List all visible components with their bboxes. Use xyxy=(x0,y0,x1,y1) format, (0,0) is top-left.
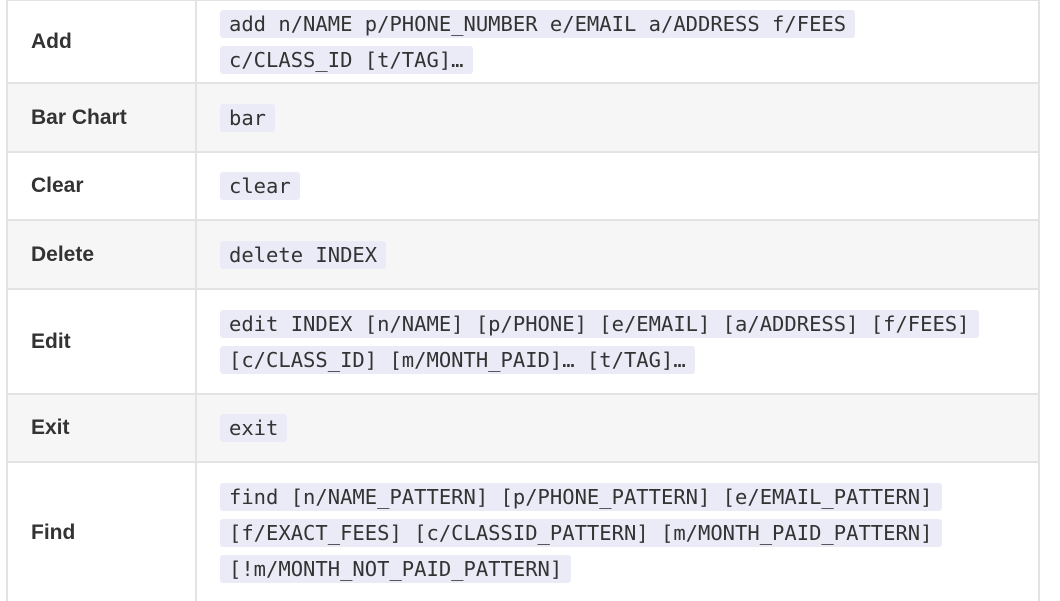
command-format-clear: clear xyxy=(220,172,300,200)
format-cell-edit: edit INDEX [n/NAME] [p/PHONE] [e/EMAIL] … xyxy=(195,288,1040,395)
format-cell-delete: delete INDEX xyxy=(195,219,1040,290)
format-cell-clear: clear xyxy=(195,151,1040,221)
command-format-find: find [n/NAME_PATTERN] [p/PHONE_PATTERN] … xyxy=(220,482,942,583)
format-cell-exit: exit xyxy=(195,393,1040,463)
command-summary-body: Add add n/NAME p/PHONE_NUMBER e/EMAIL a/… xyxy=(6,0,1040,601)
format-cell-bar-chart: bar xyxy=(195,82,1040,153)
action-cell-delete: Delete xyxy=(6,219,197,290)
command-summary-table: Add add n/NAME p/PHONE_NUMBER e/EMAIL a/… xyxy=(6,0,1040,601)
action-cell-bar-chart: Bar Chart xyxy=(6,82,197,153)
format-cell-add: add n/NAME p/PHONE_NUMBER e/EMAIL a/ADDR… xyxy=(195,0,1040,84)
table-row-add: Add add n/NAME p/PHONE_NUMBER e/EMAIL a/… xyxy=(6,0,1040,84)
action-cell-exit: Exit xyxy=(6,393,197,463)
action-cell-find: Find xyxy=(6,461,197,601)
action-cell-clear: Clear xyxy=(6,151,197,221)
format-cell-find: find [n/NAME_PATTERN] [p/PHONE_PATTERN] … xyxy=(195,461,1040,601)
table-row-bar-chart: Bar Chart bar xyxy=(6,82,1040,153)
command-format-bar-chart: bar xyxy=(220,103,276,132)
table-row-edit: Edit edit INDEX [n/NAME] [p/PHONE] [e/EM… xyxy=(6,288,1040,395)
action-cell-add: Add xyxy=(6,0,197,84)
action-cell-edit: Edit xyxy=(6,288,197,395)
command-format-add: add n/NAME p/PHONE_NUMBER e/EMAIL a/ADDR… xyxy=(220,9,856,74)
table-row-clear: Clear clear xyxy=(6,151,1040,221)
command-format-edit: edit INDEX [n/NAME] [p/PHONE] [e/EMAIL] … xyxy=(220,309,979,374)
command-format-delete: delete INDEX xyxy=(220,240,387,269)
table-row-exit: Exit exit xyxy=(6,393,1040,463)
table-row-delete: Delete delete INDEX xyxy=(6,219,1040,290)
table-row-find: Find find [n/NAME_PATTERN] [p/PHONE_PATT… xyxy=(6,461,1040,601)
command-format-exit: exit xyxy=(220,414,288,442)
